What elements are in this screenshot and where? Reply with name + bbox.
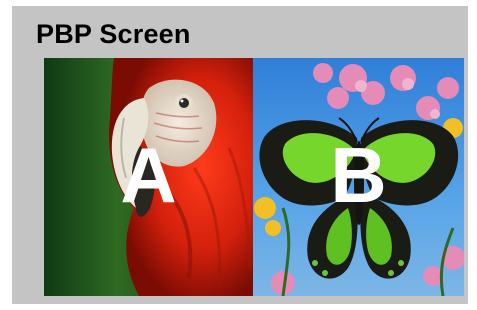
window-b-label: B [330,131,387,219]
pbp-panel: PBP Screen A B [12,6,468,304]
pbp-display: A B [44,58,464,296]
pbp-window-b: B [253,58,464,296]
pbp-window-a: A [44,58,253,296]
window-a-label: A [120,131,177,219]
pbp-title: PBP Screen [36,19,191,49]
